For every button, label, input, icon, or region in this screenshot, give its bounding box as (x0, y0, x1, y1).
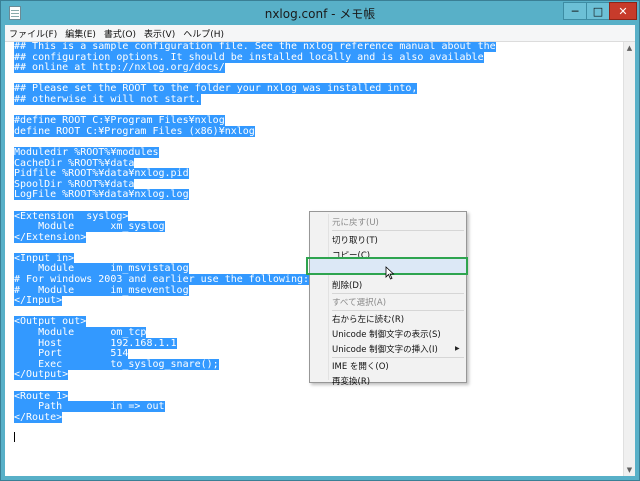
selected-text: <Input in> (14, 252, 75, 264)
selected-text: Exec to_syslog_snare(); (14, 358, 219, 370)
vertical-scrollbar[interactable]: ▲ ▼ (623, 42, 635, 476)
editor-line[interactable]: ## online at http://nxlog.org/docs/ (14, 62, 496, 74)
selected-text: Module om_tcp (14, 327, 147, 339)
context-menu-separator (332, 357, 464, 358)
menu-view[interactable]: 表示(V) (144, 27, 175, 40)
editor-line[interactable]: define ROOT C:¥Program Files (x86)¥nxlog (14, 125, 496, 138)
selected-text: define ROOT C:¥Program Files (x86)¥nxlog (14, 125, 255, 137)
minimize-button[interactable]: ─ (563, 2, 587, 20)
context-menu-item[interactable]: 右から左に読む(R) (332, 313, 404, 327)
editor-line[interactable]: </Route> (14, 411, 496, 424)
selected-text: Module xm_syslog (14, 221, 165, 233)
selected-text: Host 192.168.1.1 (14, 337, 177, 349)
selected-text: ## This is a sample configuration file. … (14, 42, 496, 52)
selected-text: </Input> (14, 295, 63, 307)
selected-text: SpoolDir %ROOT%¥data (14, 178, 135, 190)
selected-text: LogFile %ROOT%¥data¥nxlog.log (14, 189, 189, 201)
submenu-arrow-icon: ▶ (455, 345, 460, 352)
context-menu-separator (332, 310, 464, 311)
editor-line[interactable]: LogFile %ROOT%¥data¥nxlog.log (14, 189, 496, 201)
menu-bar: ファイル(F) 編集(E) 書式(O) 表示(V) ヘルプ(H) (5, 25, 635, 42)
context-menu-separator (332, 293, 464, 294)
context-menu-gutter (328, 214, 329, 380)
context-menu: 元に戻す(U)切り取り(T)コピー(C)貼り付け(P)削除(D)すべて選択(A)… (309, 211, 467, 387)
menu-file[interactable]: ファイル(F) (9, 27, 57, 40)
selected-text: Path in => out (14, 401, 165, 413)
selected-text: ## otherwise it will not start. (14, 93, 201, 105)
selected-text: </Output> (14, 369, 69, 381)
menu-format[interactable]: 書式(O) (104, 27, 136, 40)
selected-text: <Route 1> (14, 390, 69, 402)
close-button[interactable]: ✕ (609, 2, 637, 20)
selected-text: # For windows 2003 and earlier use the f… (14, 274, 310, 286)
selected-text: Moduledir %ROOT%¥modules (14, 146, 159, 158)
context-menu-item[interactable]: 削除(D) (332, 279, 362, 293)
selected-text: Module im_msvistalog (14, 263, 189, 275)
context-menu-item[interactable]: すべて選択(A) (332, 296, 386, 310)
context-menu-item[interactable]: 元に戻す(U) (332, 216, 379, 230)
editor-line[interactable]: Moduledir %ROOT%¥modules (14, 146, 496, 159)
mouse-cursor-icon (385, 266, 395, 280)
context-menu-item[interactable]: Unicode 制御文字の表示(S) (332, 328, 441, 342)
scroll-up-icon[interactable]: ▲ (624, 42, 635, 54)
context-menu-item[interactable]: 再変換(R) (332, 375, 370, 389)
context-menu-item[interactable]: 切り取り(T) (332, 234, 378, 248)
text-caret (14, 432, 15, 442)
editor-line[interactable]: ## otherwise it will not start. (14, 93, 496, 106)
selected-text: ## Please set the ROOT to the folder you… (14, 83, 418, 95)
window-title: nxlog.conf - メモ帳 (264, 7, 376, 21)
selected-text: CacheDir %ROOT%¥data (14, 157, 135, 169)
context-menu-item[interactable]: IME を開く(O) (332, 360, 389, 374)
menu-edit[interactable]: 編集(E) (65, 27, 96, 40)
menu-help[interactable]: ヘルプ(H) (183, 27, 224, 40)
editor-line[interactable]: ## This is a sample configuration file. … (14, 42, 496, 53)
selected-text: Port 514 (14, 348, 129, 360)
maximize-button[interactable]: □ (586, 2, 610, 20)
selected-text: <Extension _syslog> (14, 210, 129, 222)
editor-line[interactable] (14, 201, 496, 212)
selected-text: #define ROOT C:¥Program Files¥nxlog (14, 115, 225, 127)
selected-text: </Route> (14, 411, 63, 423)
selected-text: # Module im_mseventlog (14, 284, 189, 296)
title-bar[interactable]: nxlog.conf - メモ帳 ─ □ ✕ (1, 1, 639, 25)
context-menu-separator (332, 230, 464, 231)
context-menu-item[interactable]: Unicode 制御文字の挿入(I) (332, 343, 438, 357)
selected-text: Pidfile %ROOT%¥data¥nxlog.pid (14, 168, 189, 180)
selected-text: ## configuration options. It should be i… (14, 51, 484, 63)
selected-text: </Extension> (14, 231, 87, 243)
scroll-down-icon[interactable]: ▼ (624, 464, 635, 476)
selected-text: ## online at http://nxlog.org/docs/ (14, 62, 225, 74)
selected-text: <Output out> (14, 316, 87, 328)
editor-line[interactable]: Path in => out (14, 401, 496, 413)
